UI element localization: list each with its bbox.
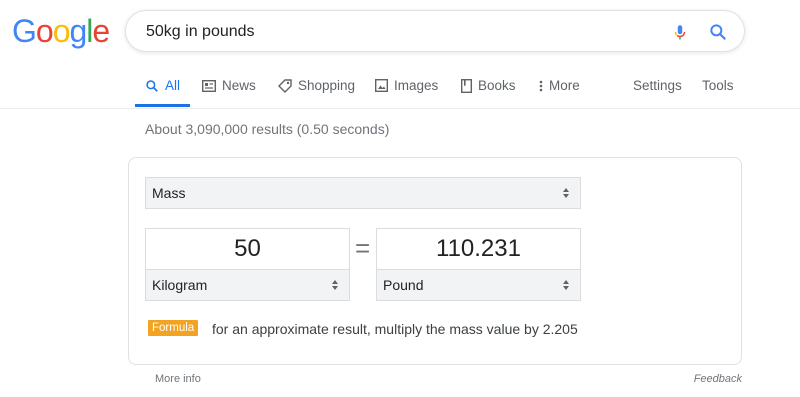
tab-books[interactable]: Books (461, 78, 516, 93)
logo-letter: o (52, 13, 71, 49)
active-tab-indicator (135, 104, 190, 107)
search-icon (146, 79, 158, 92)
more-info-link[interactable]: More info (155, 373, 201, 385)
tab-news[interactable]: News (202, 78, 256, 93)
logo-letter: G (12, 13, 37, 49)
to-value-input[interactable]: 110.231 (376, 228, 581, 270)
tab-tools[interactable]: Tools (702, 78, 734, 93)
logo-letter: g (69, 13, 87, 49)
image-icon (375, 79, 388, 92)
microphone-icon[interactable] (671, 22, 689, 42)
tab-label: Books (478, 78, 516, 93)
tab-settings[interactable]: Settings (633, 78, 682, 93)
from-unit-select[interactable]: Kilogram (145, 269, 350, 301)
select-caret-icon (332, 280, 338, 290)
results-stats: About 3,090,000 results (0.50 seconds) (145, 121, 390, 137)
feedback-link[interactable]: Feedback (694, 373, 742, 385)
logo-letter: e (92, 13, 110, 49)
select-caret-icon (563, 188, 569, 198)
category-value: Mass (152, 185, 186, 201)
search-icon[interactable] (708, 22, 728, 42)
search-box (125, 10, 745, 52)
tab-label: Shopping (298, 78, 356, 93)
tab-label: More (549, 78, 580, 93)
google-logo[interactable]: Google (12, 13, 110, 49)
book-icon (461, 78, 472, 93)
tab-all[interactable]: All (145, 78, 180, 93)
news-icon (202, 79, 216, 92)
to-unit-value: Pound (383, 277, 424, 293)
tab-label: Tools (702, 78, 734, 93)
tab-more[interactable]: More (539, 78, 580, 93)
from-value-input[interactable]: 50 (145, 228, 350, 270)
tab-images[interactable]: Images (375, 78, 438, 93)
from-unit-value: Kilogram (152, 277, 208, 293)
search-input[interactable] (146, 20, 646, 44)
more-vert-icon (539, 80, 543, 91)
tag-icon (278, 78, 292, 93)
formula-text: for an approximate result, multiply the … (212, 321, 578, 337)
tab-label: News (222, 78, 256, 93)
search-tabs: All News Shopping Images Books More Sett… (0, 66, 800, 109)
select-caret-icon (563, 280, 569, 290)
category-select[interactable]: Mass (145, 177, 581, 209)
tab-shopping[interactable]: Shopping (278, 78, 355, 93)
equals-sign: = (355, 233, 371, 263)
formula-badge: Formula (148, 320, 199, 336)
to-unit-select[interactable]: Pound (376, 269, 581, 301)
tab-label: Settings (633, 78, 682, 93)
tab-label: Images (394, 78, 439, 93)
tab-label: All (165, 78, 181, 93)
logo-letter: o (35, 13, 54, 49)
